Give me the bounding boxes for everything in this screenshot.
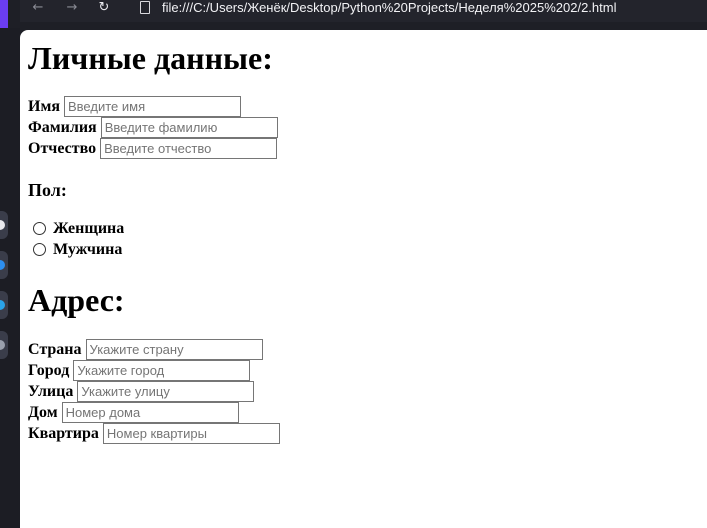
middle-name-label: Отчество bbox=[28, 139, 97, 157]
dock-app-button[interactable] bbox=[0, 211, 8, 239]
first-name-row: Имя bbox=[28, 96, 278, 117]
house-label: Дом bbox=[28, 403, 58, 421]
last-name-input[interactable] bbox=[100, 117, 278, 138]
apartment-row: Квартира bbox=[28, 423, 280, 444]
app-icon bbox=[0, 260, 5, 270]
dock-app-button[interactable] bbox=[0, 331, 8, 359]
address-bar[interactable]: file:///C:/Users/Женёк/Desktop/Python%20… bbox=[162, 0, 616, 16]
dock-app-button[interactable] bbox=[0, 251, 8, 279]
back-arrow-icon[interactable]: ← bbox=[30, 0, 46, 16]
gender-option-label: Мужчина bbox=[53, 240, 123, 258]
country-input[interactable] bbox=[85, 339, 263, 360]
middle-name-row: Отчество bbox=[28, 138, 278, 159]
country-label: Страна bbox=[28, 340, 82, 358]
app-icon bbox=[0, 340, 5, 350]
app-icon bbox=[0, 220, 5, 230]
forward-arrow-icon[interactable]: → bbox=[64, 0, 80, 16]
side-dock bbox=[0, 28, 20, 528]
gender-option-female[interactable]: Женщина bbox=[28, 218, 124, 239]
city-input[interactable] bbox=[73, 360, 251, 381]
house-input[interactable] bbox=[61, 402, 239, 423]
apartment-input[interactable] bbox=[102, 423, 280, 444]
toolbar-divider bbox=[20, 22, 707, 30]
gender-options: Женщина Мужчина bbox=[28, 218, 124, 260]
house-row: Дом bbox=[28, 402, 280, 423]
taskbar-accent bbox=[0, 0, 8, 28]
address-heading: Адрес: bbox=[28, 282, 125, 318]
app-icon bbox=[0, 300, 5, 310]
file-icon[interactable] bbox=[140, 1, 150, 14]
gender-heading: Пол: bbox=[28, 180, 67, 200]
middle-name-input[interactable] bbox=[100, 138, 278, 159]
apartment-label: Квартира bbox=[28, 424, 99, 442]
first-name-label: Имя bbox=[28, 97, 60, 115]
personal-data-heading: Личные данные: bbox=[28, 40, 273, 76]
dock-app-button[interactable] bbox=[0, 291, 8, 319]
gender-option-male[interactable]: Мужчина bbox=[28, 239, 124, 260]
street-label: Улица bbox=[28, 382, 74, 400]
personal-fields: Имя Фамилия Отчество bbox=[28, 96, 278, 159]
gender-option-label: Женщина bbox=[53, 219, 125, 237]
last-name-row: Фамилия bbox=[28, 117, 278, 138]
browser-toolbar: ← → ↻ file:///C:/Users/Женёк/Desktop/Pyt… bbox=[20, 0, 707, 22]
city-label: Город bbox=[28, 361, 70, 379]
street-input[interactable] bbox=[77, 381, 255, 402]
radio-button[interactable] bbox=[33, 243, 46, 256]
last-name-label: Фамилия bbox=[28, 118, 97, 136]
radio-button[interactable] bbox=[33, 222, 46, 235]
city-row: Город bbox=[28, 360, 280, 381]
country-row: Страна bbox=[28, 339, 280, 360]
address-fields: Страна Город Улица Дом Квартира bbox=[28, 339, 280, 444]
window: ← → ↻ file:///C:/Users/Женёк/Desktop/Pyt… bbox=[0, 0, 707, 528]
first-name-input[interactable] bbox=[64, 96, 241, 117]
reload-icon[interactable]: ↻ bbox=[96, 0, 112, 16]
page-viewport: Личные данные: Имя Фамилия Отчество Пол: bbox=[20, 30, 707, 528]
street-row: Улица bbox=[28, 381, 280, 402]
